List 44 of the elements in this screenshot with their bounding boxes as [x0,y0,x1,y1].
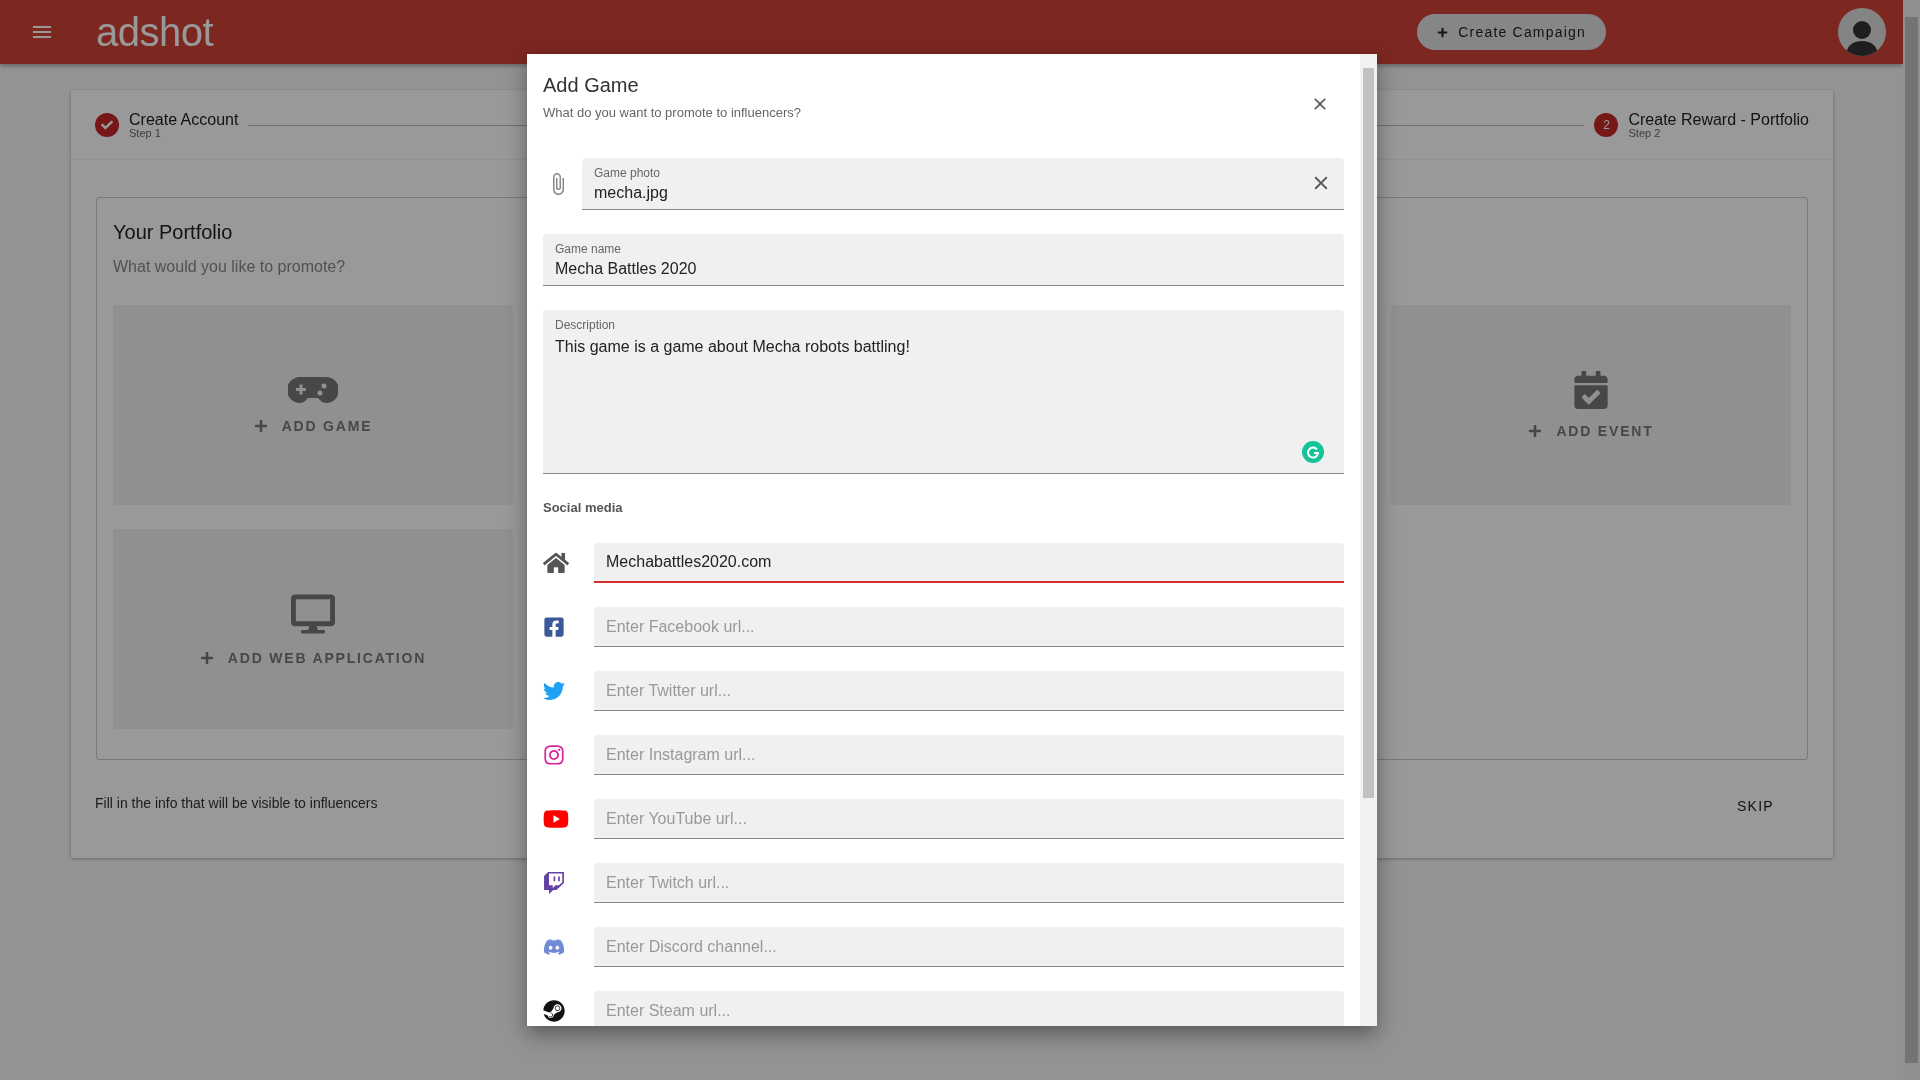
social-media-label: Social media [543,500,623,515]
plus-icon [1528,424,1543,438]
game-name-field[interactable]: Game name Mecha Battles 2020 [543,234,1344,286]
tile-label: ADD GAME [281,418,373,434]
url-field[interactable]: Enter Steam url... [594,991,1344,1026]
plus-icon [253,419,268,433]
game-photo-field[interactable]: Game photo mecha.jpg [582,158,1344,210]
url-field[interactable]: Enter Twitch url... [594,863,1344,903]
step-title: Create Reward - Portfolio [1628,111,1809,128]
home-icon [543,550,569,576]
dialog-subtitle: What do you want to promote to influencers? [543,105,801,120]
gamepad-icon [288,376,338,404]
twitch-icon [543,872,565,894]
calendar-check-icon [1572,371,1610,409]
url-field[interactable]: Mechabattles2020.com [594,543,1344,583]
dialog-title: Add Game [543,74,640,97]
portfolio-title: Your Portfolio [113,221,233,244]
step-title: Create Account [129,111,239,128]
create-campaign-button[interactable]: Create Campaign [1417,14,1606,50]
portfolio-subtitle: What would you like to promote? [113,258,346,276]
logo: adshot [96,9,214,55]
url-field[interactable]: Enter Twitter url... [594,671,1344,711]
avatar[interactable] [1838,8,1886,56]
facebook-icon [543,616,565,638]
monitor-icon [291,592,335,636]
url-field[interactable]: Enter Instagram url... [594,735,1344,775]
info-note: Fill in the info that will be visible to influencers [95,795,378,811]
instagram-icon [543,744,565,766]
url-field[interactable]: Enter Discord channel... [594,927,1344,967]
tile-label: ADD EVENT [1556,423,1654,439]
tile-label: ADD WEB APPLICATION [227,650,427,666]
plus-icon [1437,26,1449,38]
dialog-scrollbar[interactable] [1360,54,1377,1026]
url-field[interactable]: Enter YouTube url... [594,799,1344,839]
step-subtitle: Step 1 [129,128,162,139]
step-subtitle: Step 2 [1628,128,1662,139]
description-field[interactable]: Description This game is a game about Mecha robots battling! [543,310,1344,474]
skip-button[interactable]: SKIP [1728,792,1782,820]
plus-icon [199,651,214,665]
step-number: 2 [1594,113,1619,137]
url-field[interactable]: Enter Facebook url... [594,607,1344,647]
grammar-check-icon[interactable] [1302,441,1324,463]
twitter-icon [543,680,565,702]
steam-icon [543,1000,565,1022]
